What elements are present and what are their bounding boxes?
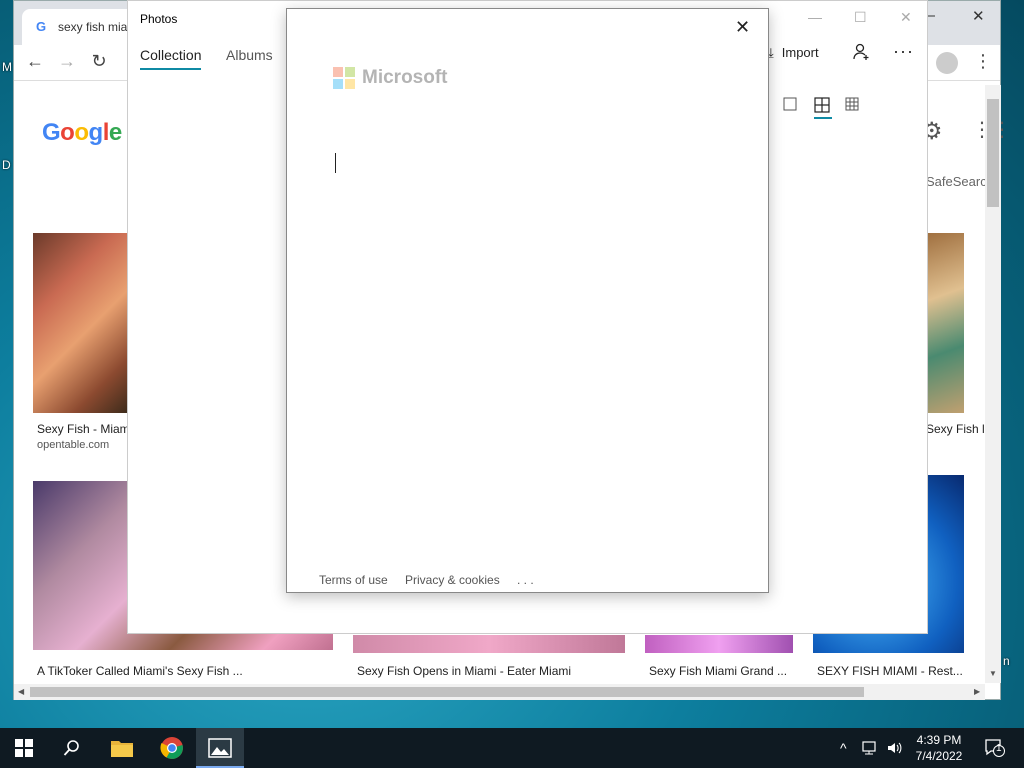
microsoft-logo-icon — [333, 67, 355, 89]
maximize-icon[interactable]: ☐ — [854, 9, 867, 26]
close-icon[interactable]: ✕ — [972, 7, 985, 25]
import-button[interactable]: ⤓ Import — [768, 45, 819, 61]
clock-time: 4:39 PM — [916, 733, 962, 747]
tab-collection[interactable]: Collection — [140, 47, 202, 70]
large-grid-view-icon[interactable] — [783, 97, 799, 113]
image-result-caption[interactable]: Sexy Fish Miami Grand ... — [649, 664, 787, 678]
desktop-icon-label: D — [2, 158, 11, 172]
scroll-right-arrow-icon[interactable]: ▶ — [974, 687, 980, 696]
dialog-close-icon[interactable]: ✕ — [735, 17, 750, 38]
start-button[interactable] — [0, 728, 48, 768]
image-result-caption[interactable]: Sexy Fish Opens in Miami - Eater Miami — [357, 664, 571, 678]
show-hidden-icons-icon[interactable]: ^ — [840, 740, 847, 756]
image-result-thumbnail[interactable] — [645, 635, 793, 653]
image-result-source[interactable]: opentable.com — [37, 439, 109, 451]
import-label: Import — [781, 45, 819, 60]
folder-icon — [111, 741, 133, 757]
windows-logo-icon — [15, 739, 33, 757]
google-doodle-logo[interactable]: Google — [42, 119, 122, 147]
chrome-icon — [160, 737, 183, 759]
medium-grid-view-icon[interactable] — [814, 97, 832, 119]
image-result-thumbnail[interactable] — [928, 233, 964, 413]
small-grid-view-icon[interactable] — [845, 97, 861, 113]
google-favicon-icon: G — [36, 19, 47, 34]
browser-tab[interactable]: G sexy fish miami — [22, 9, 137, 45]
volume-icon[interactable] — [886, 740, 904, 759]
chrome-taskbar-button[interactable] — [148, 728, 196, 768]
horizontal-scrollbar-thumb[interactable] — [30, 687, 864, 697]
clock-date: 7/4/2022 — [915, 749, 963, 763]
photos-title: Photos — [140, 12, 178, 26]
microsoft-signin-dialog: ✕ Microsoft Terms of use Privacy & cooki… — [286, 8, 769, 593]
search-icon — [63, 740, 79, 756]
profile-avatar-icon[interactable] — [936, 52, 958, 74]
notification-center-button[interactable]: 1 — [984, 738, 1006, 758]
photos-icon — [208, 738, 232, 758]
more-options-icon[interactable]: ··· — [893, 41, 914, 62]
terms-of-use-link[interactable]: Terms of use — [319, 573, 388, 587]
back-icon[interactable]: ← — [23, 51, 47, 72]
photos-taskbar-button[interactable] — [196, 728, 244, 768]
browser-menu-icon[interactable]: ⋮ — [974, 51, 992, 72]
forward-icon[interactable]: → — [55, 51, 79, 72]
close-icon[interactable]: ✕ — [900, 9, 912, 26]
taskbar: ^ 4:39 PM 7/4/2022 1 — [0, 728, 1024, 768]
microsoft-logo: Microsoft — [333, 67, 448, 89]
image-result-thumbnail[interactable] — [353, 635, 625, 653]
tab-title: sexy fish miami — [58, 20, 136, 34]
vertical-scrollbar[interactable]: ▼ — [985, 85, 1001, 683]
vertical-scrollbar-thumb[interactable] — [987, 99, 999, 207]
privacy-cookies-link[interactable]: Privacy & cookies — [405, 573, 500, 587]
image-result-thumbnail[interactable] — [33, 233, 129, 413]
image-result-caption[interactable]: A TikToker Called Miami's Sexy Fish ... — [37, 664, 243, 678]
add-person-icon[interactable] — [852, 43, 870, 66]
file-explorer-button[interactable] — [98, 728, 146, 768]
desktop-icon-label: n — [1003, 654, 1010, 668]
horizontal-scrollbar[interactable]: ◀ ▶ — [14, 684, 985, 700]
microsoft-wordmark: Microsoft — [362, 67, 448, 88]
network-icon[interactable] — [862, 740, 880, 759]
reload-icon[interactable]: ↻ — [87, 51, 111, 72]
minimize-icon[interactable]: — — [808, 9, 822, 25]
system-clock[interactable]: 4:39 PM 7/4/2022 — [904, 732, 974, 764]
text-cursor — [335, 153, 336, 173]
desktop-icon-label: M — [2, 60, 12, 74]
notification-count: 1 — [996, 743, 1002, 754]
search-button[interactable] — [48, 728, 96, 768]
tab-albums[interactable]: Albums — [226, 47, 273, 63]
safesearch-label[interactable]: SafeSearch — [926, 174, 994, 189]
notification-icon — [985, 739, 1005, 757]
image-result-caption[interactable]: Sexy Fish - Miami — [37, 422, 132, 436]
scroll-down-arrow-icon[interactable]: ▼ — [989, 669, 997, 678]
image-result-caption[interactable]: SEXY FISH MIAMI - Rest... — [817, 664, 963, 678]
scroll-left-arrow-icon[interactable]: ◀ — [18, 687, 24, 696]
more-links-button[interactable]: . . . — [517, 573, 534, 587]
